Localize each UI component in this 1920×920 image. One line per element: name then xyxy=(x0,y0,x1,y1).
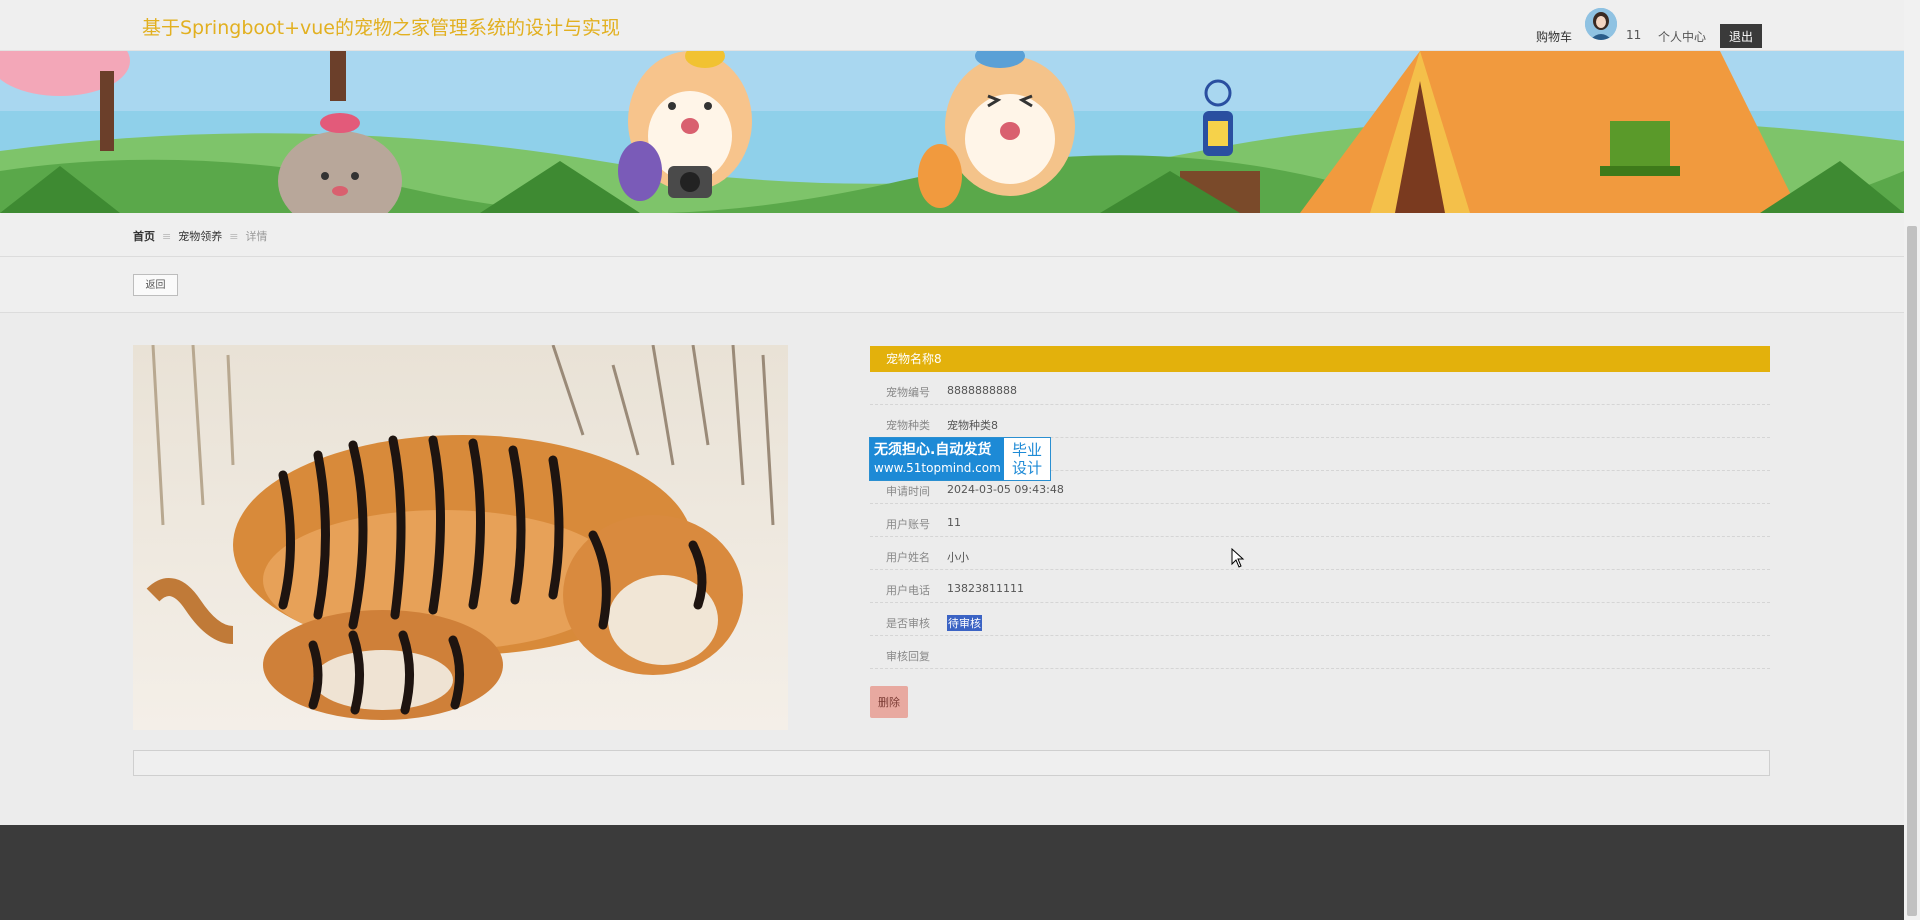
detail-label: 宠物编号 xyxy=(886,386,930,399)
detail-value: 11 xyxy=(947,516,961,529)
detail-row: 用户姓名 小小 xyxy=(870,537,1770,570)
breadcrumb-separator: ≡ xyxy=(162,230,172,243)
detail-label: 申请时间 xyxy=(886,485,930,498)
page-scrollbar[interactable] xyxy=(1904,0,1920,920)
detail-row: 用户账号 11 xyxy=(870,504,1770,537)
mouse-cursor-icon xyxy=(1231,548,1245,568)
watermark-url: www.51topmind.com xyxy=(874,461,1001,475)
pet-name-title: 宠物名称8 xyxy=(870,346,1770,372)
detail-label: 用户账号 xyxy=(886,518,930,531)
detail-label: 用户电话 xyxy=(886,584,930,597)
delete-button[interactable]: 删除 xyxy=(870,686,908,718)
personal-center-link[interactable]: 个人中心 xyxy=(1658,28,1706,45)
detail-label: 审核回复 xyxy=(886,650,930,663)
scrollbar-thumb[interactable] xyxy=(1907,226,1917,916)
cartoon-banner-illustration xyxy=(0,51,1904,213)
watermark-text: 毕业 xyxy=(1011,441,1042,459)
tiger-photo-illustration xyxy=(133,345,788,730)
footer xyxy=(0,825,1904,920)
back-bar: 返回 xyxy=(0,257,1904,313)
detail-value: 2024-03-05 09:43:48 xyxy=(947,483,1064,496)
bottom-content-box xyxy=(133,750,1770,776)
review-status-value: 待审核 xyxy=(947,615,982,631)
detail-row: 用户电话 13823811111 xyxy=(870,570,1770,603)
site-title[interactable]: 基于Springboot+vue的宠物之家管理系统的设计与实现 xyxy=(142,13,620,40)
detail-row: 审核回复 xyxy=(870,636,1770,669)
breadcrumb: 首页 ≡ 宠物领养 ≡ 详情 xyxy=(133,228,267,244)
watermark-left: 无须担心.自动发货 www.51topmind.com xyxy=(870,438,1004,480)
breadcrumb-home[interactable]: 首页 xyxy=(133,230,155,243)
detail-value: 宠物种类8 xyxy=(947,419,998,432)
pet-detail-panel: 宠物名称8 宠物编号 8888888888 宠物种类 宠物种类8 申请时间 20… xyxy=(870,346,1770,718)
detail-value: 13823811111 xyxy=(947,582,1024,595)
cart-link[interactable]: 购物车 xyxy=(1536,28,1572,45)
detail-value: 8888888888 xyxy=(947,384,1017,397)
detail-label: 是否审核 xyxy=(886,617,930,630)
detail-row: 是否审核 待审核 xyxy=(870,603,1770,636)
detail-label: 宠物种类 xyxy=(886,419,930,432)
watermark-right: 毕业 设计 xyxy=(1004,438,1050,480)
detail-row: 宠物种类 宠物种类8 xyxy=(870,405,1770,438)
breadcrumb-bar: 首页 ≡ 宠物领养 ≡ 详情 xyxy=(0,213,1904,257)
watermark-text: 设计 xyxy=(1011,459,1042,477)
watermark-badge: 无须担心.自动发货 www.51topmind.com 毕业 设计 xyxy=(869,437,1051,481)
banner-image xyxy=(0,51,1904,213)
breadcrumb-section[interactable]: 宠物领养 xyxy=(178,230,222,243)
username-label: 11 xyxy=(1626,28,1642,42)
top-navbar: 基于Springboot+vue的宠物之家管理系统的设计与实现 购物车 11 个… xyxy=(0,0,1904,51)
logout-button[interactable]: 退出 xyxy=(1720,24,1762,48)
breadcrumb-separator: ≡ xyxy=(229,230,239,243)
detail-label: 用户姓名 xyxy=(886,551,930,564)
back-button[interactable]: 返回 xyxy=(133,274,178,296)
avatar[interactable] xyxy=(1585,8,1617,40)
detail-row: 宠物编号 8888888888 xyxy=(870,372,1770,405)
user-avatar-icon xyxy=(1585,8,1617,40)
watermark-text: 无须担心.自动发货 xyxy=(874,442,992,458)
breadcrumb-current: 详情 xyxy=(245,230,268,243)
detail-value: 小小 xyxy=(947,551,969,564)
pet-photo xyxy=(133,345,788,730)
